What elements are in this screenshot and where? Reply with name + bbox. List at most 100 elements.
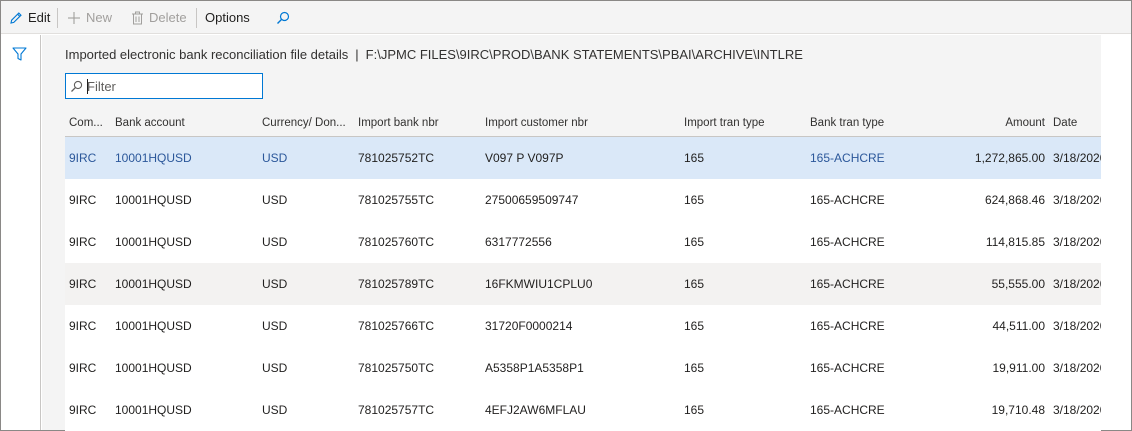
page-title-text: Imported electronic bank reconciliation … <box>65 47 349 62</box>
table-row[interactable]: 9IRC 10001HQUSD USD 781025752TC V097 P V… <box>65 137 1101 179</box>
cell-import-tran-type: 165 <box>684 361 705 375</box>
table-row[interactable]: 9IRC 10001HQUSD USD 781025789TC 16FKMWIU… <box>65 263 1101 305</box>
cell-currency: USD <box>262 235 288 249</box>
column-header-import-customer-nbr[interactable]: Import customer nbr <box>485 109 675 137</box>
cell-import-bank-nbr: 781025789TC <box>358 277 435 291</box>
show-filters-button[interactable] <box>12 47 27 64</box>
page-title: Imported electronic bank reconciliation … <box>65 47 803 62</box>
column-header-currency[interactable]: Currency/ Don... <box>262 109 350 137</box>
plus-icon <box>68 11 80 24</box>
cell-amount: 19,710.48 <box>991 403 1045 417</box>
options-button[interactable]: Options <box>205 1 250 34</box>
toolbar-divider <box>196 8 197 28</box>
cell-amount: 1,272,865.00 <box>974 151 1045 165</box>
cell-bank-tran-type: 165-ACHCRE <box>810 319 885 333</box>
cell-import-bank-nbr: 781025750TC <box>358 361 435 375</box>
cell-amount: 624,868.46 <box>984 193 1045 207</box>
cell-import-customer-nbr: 27500659509747 <box>485 193 579 207</box>
title-separator: | <box>355 47 359 62</box>
toolbar-divider <box>57 8 58 28</box>
cell-date: 3/18/2020 <box>1053 319 1101 333</box>
cell-bank-account: 10001HQUSD <box>115 235 192 249</box>
cell-bank-account[interactable]: 10001HQUSD <box>115 137 250 179</box>
cell-company[interactable]: 9IRC <box>69 137 109 179</box>
table-row[interactable]: 9IRC 10001HQUSD USD 781025766TC 31720F00… <box>65 305 1101 347</box>
filter-pane-rail <box>1 35 41 430</box>
filter-input[interactable] <box>87 77 259 95</box>
file-path: F:\JPMC FILES\9IRC\PROD\BANK STATEMENTS\… <box>365 47 803 62</box>
cell-currency: USD <box>262 193 288 207</box>
cell-company: 9IRC <box>69 277 97 291</box>
details-grid: Com... Bank account Currency/ Don... Imp… <box>65 109 1101 431</box>
cell-company: 9IRC <box>69 361 97 375</box>
options-label: Options <box>205 10 250 25</box>
grid-filter-field[interactable] <box>65 73 263 99</box>
cell-date: 3/18/2020 <box>1053 151 1101 165</box>
cell-bank-account: 10001HQUSD <box>115 277 192 291</box>
cell-currency: USD <box>262 361 288 375</box>
action-pane: Edit New Delete Options <box>1 1 1131 34</box>
delete-button[interactable]: Delete <box>131 1 187 34</box>
search-icon <box>71 80 83 92</box>
cell-bank-tran-type: 165-ACHCRE <box>810 235 885 249</box>
cell-bank-account: 10001HQUSD <box>115 403 192 417</box>
pencil-icon <box>10 11 22 24</box>
cell-date: 3/18/2020 <box>1053 361 1101 375</box>
delete-label: Delete <box>149 10 187 25</box>
cell-amount: 55,555.00 <box>991 277 1045 291</box>
cell-amount: 114,815.85 <box>985 235 1045 249</box>
cell-currency[interactable]: USD <box>262 137 352 179</box>
table-row[interactable]: 9IRC 10001HQUSD USD 781025757TC 4EFJ2AW6… <box>65 389 1101 431</box>
search-icon <box>277 11 290 24</box>
cell-date: 3/18/2020 <box>1053 277 1101 291</box>
new-label: New <box>86 10 113 25</box>
cell-import-tran-type: 165 <box>684 193 705 207</box>
cell-date: 3/18/2020 <box>1053 235 1101 249</box>
funnel-icon <box>12 47 27 61</box>
cell-company: 9IRC <box>69 235 97 249</box>
column-header-bank-tran-type[interactable]: Bank tran type <box>810 109 930 137</box>
column-header-import-bank-nbr[interactable]: Import bank nbr <box>358 109 478 137</box>
cell-import-customer-nbr: V097 P V097P <box>485 151 564 165</box>
cell-bank-tran-type[interactable]: 165-ACHCRE <box>810 137 940 179</box>
trash-icon <box>132 11 143 24</box>
cell-import-bank-nbr: 781025760TC <box>358 235 435 249</box>
cell-import-tran-type: 165 <box>684 319 705 333</box>
column-header-company[interactable]: Com... <box>69 109 107 137</box>
cell-bank-tran-type: 165-ACHCRE <box>810 403 885 417</box>
table-row[interactable]: 9IRC 10001HQUSD USD 781025750TC A5358P1A… <box>65 347 1101 389</box>
column-header-amount[interactable]: Amount <box>950 109 1045 137</box>
cell-currency: USD <box>262 403 288 417</box>
cell-bank-account: 10001HQUSD <box>115 319 192 333</box>
cell-import-customer-nbr: 16FKMWIU1CPLU0 <box>485 277 593 291</box>
cell-date: 3/18/2020 <box>1053 403 1101 417</box>
cell-company: 9IRC <box>69 403 97 417</box>
column-header-date[interactable]: Date <box>1053 109 1101 137</box>
cell-import-customer-nbr: 31720F0000214 <box>485 319 573 333</box>
cell-import-customer-nbr: 6317772556 <box>485 235 552 249</box>
table-row[interactable]: 9IRC 10001HQUSD USD 781025760TC 63177725… <box>65 221 1101 263</box>
cell-import-customer-nbr: 4EFJ2AW6MFLAU <box>485 403 586 417</box>
cell-currency: USD <box>262 277 288 291</box>
cell-date: 3/18/2020 <box>1053 193 1101 207</box>
cell-company: 9IRC <box>69 319 97 333</box>
cell-import-tran-type: 165 <box>684 277 705 291</box>
cell-amount: 19,911.00 <box>992 361 1046 375</box>
table-row[interactable]: 9IRC 10001HQUSD USD 781025755TC 27500659… <box>65 179 1101 221</box>
cell-import-tran-type: 165 <box>684 151 705 165</box>
main-content: Imported electronic bank reconciliation … <box>42 35 1101 431</box>
cell-import-tran-type: 165 <box>684 403 705 417</box>
edit-label: Edit <box>28 10 51 25</box>
cell-import-tran-type: 165 <box>684 235 705 249</box>
edit-button[interactable]: Edit <box>9 1 50 34</box>
column-header-import-tran-type[interactable]: Import tran type <box>684 109 802 137</box>
cell-import-bank-nbr: 781025752TC <box>358 151 435 165</box>
cell-company: 9IRC <box>69 193 97 207</box>
cell-bank-tran-type: 165-ACHCRE <box>810 193 885 207</box>
search-button[interactable] <box>276 1 295 34</box>
cell-amount: 44,511.00 <box>992 319 1046 333</box>
new-button[interactable]: New <box>67 1 112 34</box>
column-header-bank-account[interactable]: Bank account <box>115 109 245 137</box>
cell-import-bank-nbr: 781025757TC <box>358 403 435 417</box>
cell-bank-account: 10001HQUSD <box>115 361 192 375</box>
